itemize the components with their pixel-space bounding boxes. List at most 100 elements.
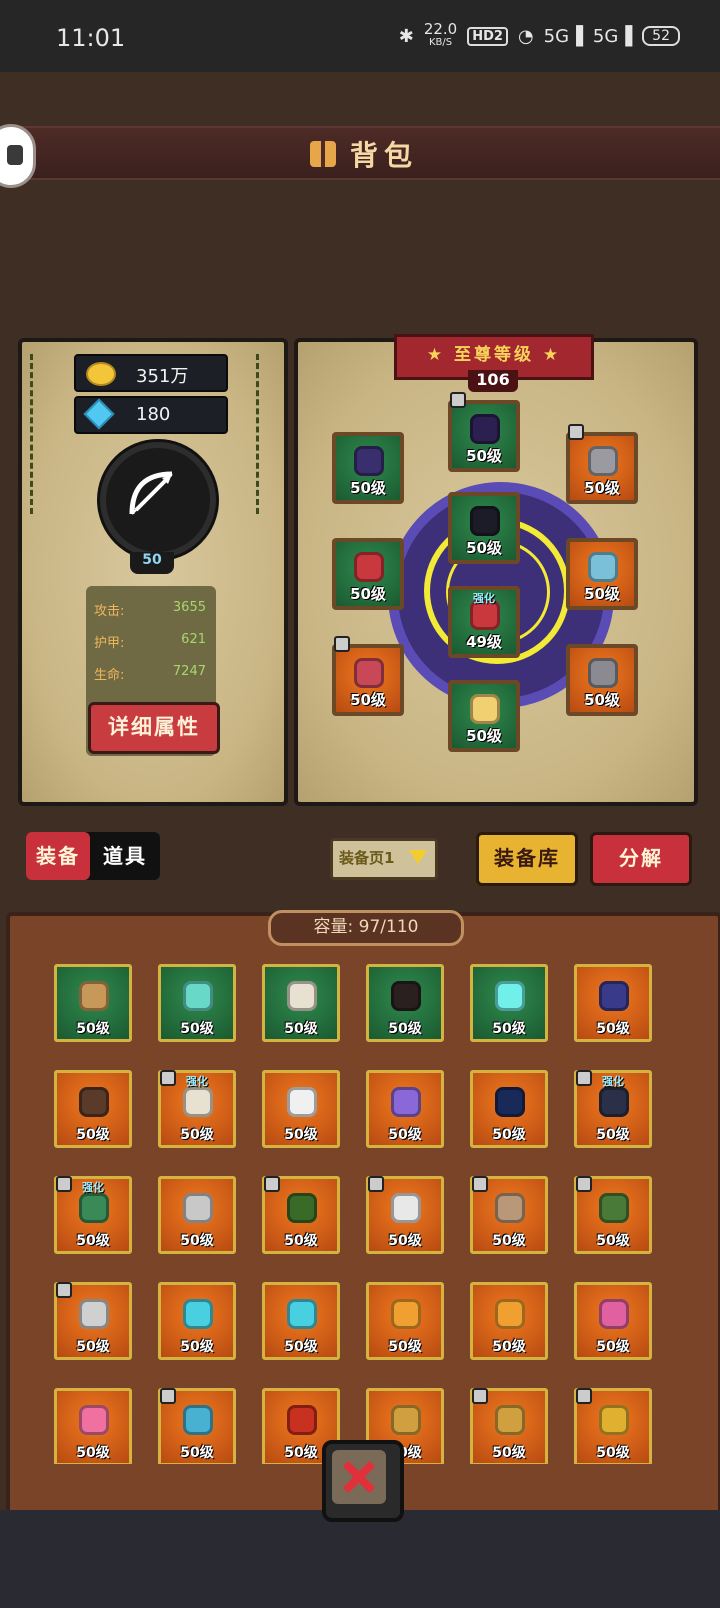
floating-back-button[interactable]	[0, 124, 36, 188]
decompose-button[interactable]: 分解	[590, 832, 692, 886]
item-level: 50级	[180, 1127, 214, 1143]
item-level: 50级	[284, 1021, 318, 1037]
inventory-item[interactable]: 50级	[470, 1282, 548, 1360]
gear-item-icon	[79, 981, 109, 1011]
item-level: 50级	[284, 1339, 318, 1355]
item-level: 50级	[492, 1339, 526, 1355]
vine-decoration-right	[256, 354, 279, 514]
page-title: 背包	[310, 134, 418, 174]
stat-armor: 护甲: 621	[94, 632, 212, 651]
equipped-slot[interactable]: 50级	[332, 432, 404, 504]
hero-avatar[interactable]	[100, 442, 216, 558]
inventory-item[interactable]: 50级	[366, 1282, 444, 1360]
tab-equipment[interactable]: 装备	[26, 832, 90, 880]
gear-item-icon	[588, 658, 618, 688]
equipped-slot[interactable]: 强化 49级	[448, 586, 520, 658]
gear-item-icon	[599, 1405, 629, 1435]
title-bar: 背包	[0, 126, 720, 180]
gear-item-icon	[287, 1299, 317, 1329]
item-level: 50级	[492, 1127, 526, 1143]
hd-icon: HD2	[467, 26, 508, 46]
lock-icon	[56, 1282, 72, 1298]
equipped-slot[interactable]: 50级	[566, 432, 638, 504]
stat-attack-value: 3655	[172, 600, 206, 615]
stat-attack: 攻击: 3655	[94, 600, 212, 619]
status-time: 11:01	[56, 24, 126, 52]
gear-item-icon	[391, 981, 421, 1011]
equipped-slot[interactable]: 50级	[332, 644, 404, 716]
item-level: 50级	[180, 1233, 214, 1249]
equipment-page-select[interactable]: 装备页1	[330, 838, 438, 880]
item-level: 50级	[180, 1021, 214, 1037]
item-level: 50级	[492, 1445, 526, 1461]
inventory-item[interactable]: 50级	[366, 1070, 444, 1148]
status-bar: 11:01 ✱ 22.0 KB/S HD2 ◔ 5G▐ 5G▐ 52	[0, 0, 720, 72]
slot-level: 50级	[466, 447, 502, 465]
equipped-slot[interactable]: 50级	[448, 680, 520, 752]
item-level: 50级	[388, 1233, 422, 1249]
lock-icon	[472, 1176, 488, 1192]
wifi-icon: ◔	[517, 25, 534, 47]
gear-item-icon	[183, 1299, 213, 1329]
equipped-slot[interactable]: 50级	[448, 400, 520, 472]
equipment-vault-button[interactable]: 装备库	[476, 832, 578, 886]
gear-item-icon	[599, 981, 629, 1011]
inventory-item[interactable]: 50级	[158, 964, 236, 1042]
inventory-item[interactable]: 50级	[366, 964, 444, 1042]
inventory-item[interactable]: 50级	[262, 1282, 340, 1360]
slot-level: 50级	[466, 539, 502, 557]
inventory-item[interactable]: 50级	[262, 964, 340, 1042]
inventory-item[interactable]: 50级	[574, 964, 652, 1042]
item-level: 50级	[76, 1021, 110, 1037]
lock-icon	[368, 1176, 384, 1192]
equipped-slot[interactable]: 50级	[566, 644, 638, 716]
equipped-slot[interactable]: 50级	[448, 492, 520, 564]
inventory-grid[interactable]: 50级 50级 50级 50级 50级 50级 50级 强化 50级 50级 50级 50级 强化 50级…	[54, 964, 674, 1464]
close-button[interactable]	[322, 1440, 404, 1522]
hero-level: 50	[130, 552, 174, 574]
lock-icon	[160, 1070, 176, 1086]
signal-label-1: 5G	[543, 25, 570, 47]
rank-level: 106	[468, 370, 518, 392]
stat-armor-value: 621	[181, 632, 206, 647]
inventory-item[interactable]: 50级	[470, 964, 548, 1042]
status-icons: ✱ 22.0 KB/S HD2 ◔ 5G▐ 5G▐ 52	[399, 22, 680, 50]
gear-item-icon	[183, 1405, 213, 1435]
slot-level: 50级	[584, 691, 620, 709]
inventory-item[interactable]: 50级	[54, 964, 132, 1042]
vine-decoration-left	[30, 354, 53, 514]
inventory-item[interactable]: 50级	[262, 1070, 340, 1148]
tab-items[interactable]: 道具	[92, 832, 158, 880]
inventory-item[interactable]: 50级	[54, 1070, 132, 1148]
inventory-item[interactable]: 50级	[158, 1282, 236, 1360]
gear-item-icon	[354, 552, 384, 582]
inventory-item[interactable]: 50级	[54, 1388, 132, 1464]
lock-icon	[472, 1388, 488, 1404]
inventory-item[interactable]: 50级	[158, 1176, 236, 1254]
stat-attack-label: 攻击:	[94, 604, 125, 619]
signal-label-2: 5G	[592, 25, 619, 47]
stat-health-label: 生命:	[94, 668, 125, 683]
backpack-icon	[310, 141, 336, 167]
detail-attributes-button[interactable]: 详细属性	[88, 702, 220, 754]
stat-health: 生命: 7247	[94, 664, 212, 683]
slot-level: 49级	[466, 633, 502, 651]
gear-item-icon	[354, 658, 384, 688]
slot-level: 50级	[350, 585, 386, 603]
signal-icon-2: 5G▐	[592, 25, 633, 47]
lock-icon	[334, 636, 350, 652]
gear-item-icon	[287, 1405, 317, 1435]
inventory-item[interactable]: 50级	[574, 1282, 652, 1360]
item-level: 50级	[76, 1339, 110, 1355]
enhanced-tag: 强化	[473, 592, 495, 605]
item-level: 50级	[76, 1445, 110, 1461]
stat-armor-label: 护甲:	[94, 636, 125, 651]
item-level: 50级	[388, 1127, 422, 1143]
inventory-item[interactable]: 50级	[470, 1070, 548, 1148]
equipped-slot[interactable]: 50级	[566, 538, 638, 610]
slot-level: 50级	[584, 479, 620, 497]
gear-item-icon	[495, 981, 525, 1011]
equipped-slot[interactable]: 50级	[332, 538, 404, 610]
item-level: 50级	[284, 1233, 318, 1249]
gear-item-icon	[79, 1299, 109, 1329]
